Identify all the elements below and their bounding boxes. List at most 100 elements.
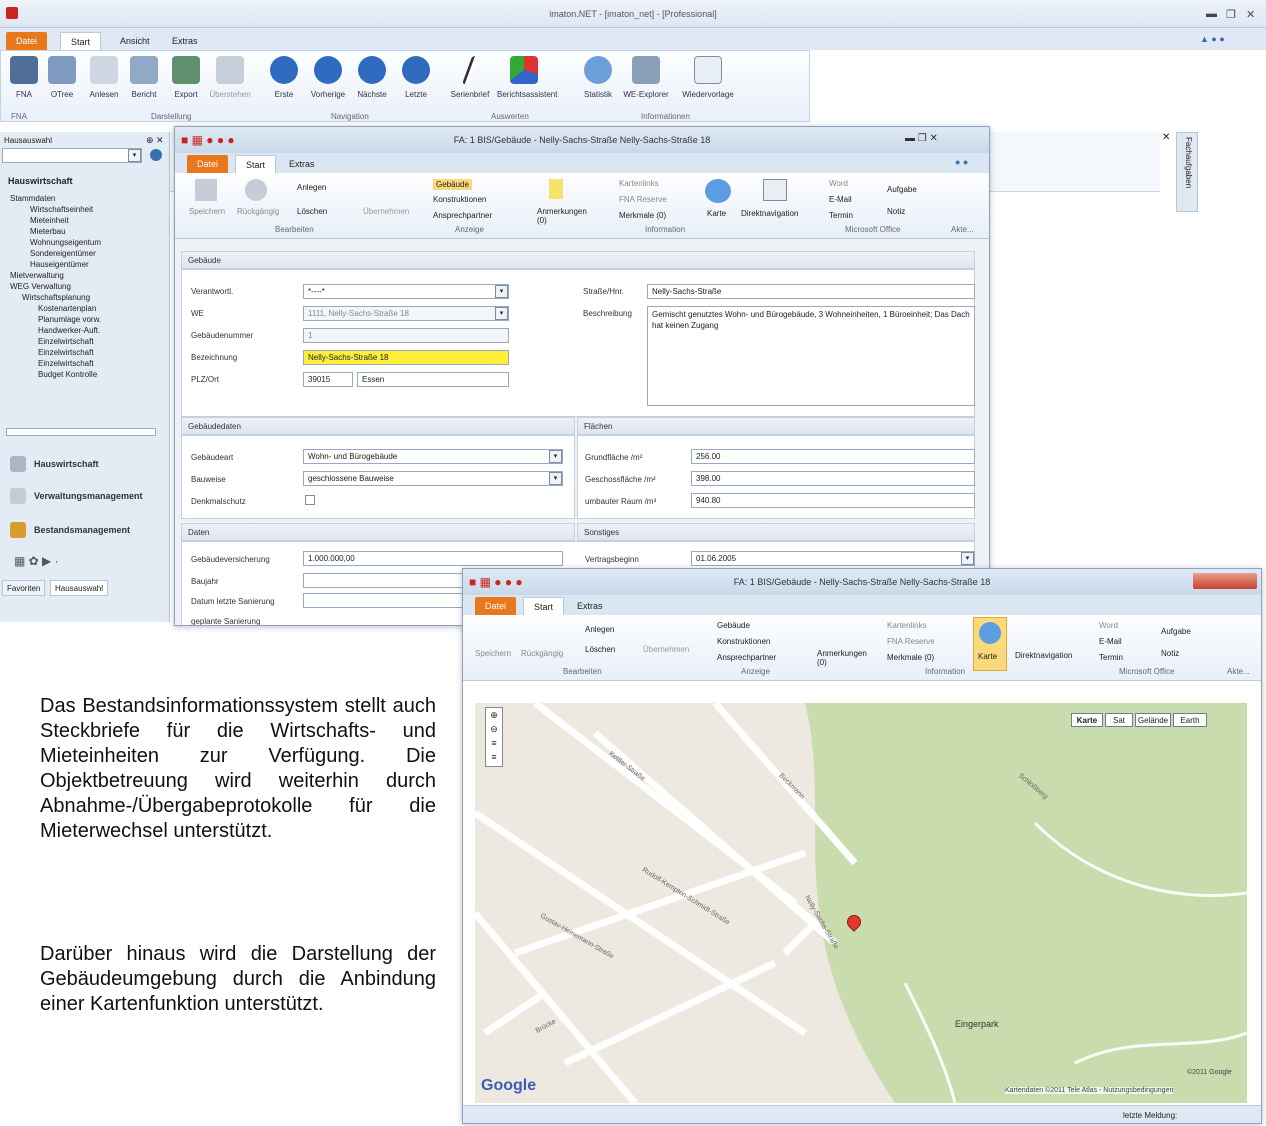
w2-rueckgaengig[interactable]: Rückgängig [521,649,563,658]
vertragsbeginn-dropdown[interactable]: ▾ [961,552,974,565]
w1-tab-extras[interactable]: Extras [279,155,325,173]
serienbrief-button[interactable]: Serienbrief [449,56,491,99]
verantwortl-field[interactable]: *----* [303,284,509,299]
w1-tab-datei[interactable]: Datei [187,155,229,173]
gebaeude-button[interactable]: Gebäude [433,179,472,190]
termin-button[interactable]: Termin [829,211,853,220]
bauweise-field[interactable]: geschlossene Bauweise [303,471,563,486]
tree-item[interactable]: WEG Verwaltung [10,282,148,293]
tree-item[interactable]: Sondereigentümer [10,249,148,260]
nav-overflow-icons[interactable]: ▦ ✿ ▶ · [14,554,59,568]
map-view[interactable]: ⊕ ⊖ ≡ ≡ Karte Sat Gelände Earth Rudolf-Kemp… [475,703,1247,1103]
bericht-button[interactable]: Bericht [123,56,165,99]
w2-tab-datei[interactable]: Datei [475,597,517,615]
nav-hauswirtschaft[interactable]: Hauswirtschaft [8,450,99,480]
geschossflaeche-field[interactable]: 398.00 [691,471,975,486]
tree-item[interactable]: Mieterbau [10,227,148,238]
ueberstehen-button[interactable]: Überstehen [209,56,251,99]
maptype-gelaende[interactable]: Gelände [1135,713,1171,727]
w2-anmerkungen[interactable]: Anmerkungen (0) [817,649,867,667]
wiedervorlage-button[interactable]: Wiedervorlage [679,56,737,99]
w2-speichern[interactable]: Speichern [475,649,511,658]
letzte-button[interactable]: Letzte [395,56,437,99]
tree-item[interactable]: Mieteinheit [10,216,148,227]
we-explorer-button[interactable]: WE-Explorer [621,56,671,99]
tree-item[interactable]: Planumlage vorw. [10,315,148,326]
tree-item[interactable]: Budget Kontrolle [10,370,148,381]
w2-loeschen[interactable]: Löschen [585,645,615,654]
statistik-button[interactable]: Statistik [577,56,619,99]
ort-field[interactable]: Essen [357,372,509,387]
tab-start[interactable]: Start [60,32,102,50]
erste-button[interactable]: Erste [263,56,305,99]
fachaufgaben-strip[interactable]: Fachaufgaben [1176,132,1198,212]
w2-direktnavigation[interactable]: Direktnavigation [1015,651,1072,660]
tree-item[interactable]: Einzelwirtschaft [10,348,148,359]
speichern-button[interactable]: Speichern [189,207,225,216]
denkmalschutz-checkbox[interactable] [305,495,315,505]
w2-email[interactable]: E-Mail [1099,637,1122,646]
w1-tab-start[interactable]: Start [235,155,277,173]
grundflaeche-field[interactable]: 256.00 [691,449,975,464]
w2-tab-extras[interactable]: Extras [567,597,613,615]
w2-fna-reserve[interactable]: FNA Reserve [887,637,935,646]
letzte-sanierung-field[interactable] [303,593,463,608]
w2-word[interactable]: Word [1099,621,1118,630]
close-icon[interactable]: ✕ [1246,8,1255,21]
w2-notiz[interactable]: Notiz [1161,649,1179,658]
w2-merkmale[interactable]: Merkmale (0) [887,653,934,662]
uebernehmen-button[interactable]: Übernehmen [363,207,409,216]
tab-favoriten[interactable]: Favoriten [2,580,46,596]
tree-item[interactable]: Einzelwirtschaft [10,337,148,348]
tree-item[interactable]: Wohnungseigentum [10,238,148,249]
w1-help-icons[interactable]: ● ● [955,157,968,167]
otree-button[interactable]: OTree [41,56,83,99]
gebaeudeart-dropdown[interactable]: ▾ [549,450,562,463]
email-button[interactable]: E-Mail [829,195,852,204]
tree-item[interactable]: Mietverwaltung [10,271,148,282]
tree-item[interactable]: Handwerker-Auft. [10,326,148,337]
anlesen-button[interactable]: Anlesen [83,56,125,99]
word-button[interactable]: Word [829,179,848,188]
tree-item[interactable]: Wirtschaftsplanung [10,293,148,304]
kartenlinks-button[interactable]: Kartenlinks [619,179,659,188]
tree-item[interactable]: Wirtschaftseinheit [10,205,148,216]
anlegen-button[interactable]: Anlegen [297,183,326,192]
w2-kartenlinks[interactable]: Kartenlinks [887,621,927,630]
tree-item[interactable]: Einzelwirtschaft [10,359,148,370]
w2-termin[interactable]: Termin [1099,653,1123,662]
baujahr-field[interactable] [303,573,463,588]
ansprechpartner-button[interactable]: Ansprechpartner [433,211,492,220]
pin-icon[interactable]: ⊕ ✕ [146,135,164,146]
tab-ansicht[interactable]: Ansicht [110,32,160,50]
map-attribution[interactable]: Kartendaten ©2011 Tele Atlas - Nutzungsb… [1005,1087,1174,1094]
beschreibung-textarea[interactable]: Gemischt genutztes Wohn- und Bürogebäude… [647,306,975,406]
tree-item[interactable]: Kostenartenplan [10,304,148,315]
tree-item[interactable]: Stammdaten [10,194,148,205]
merkmale-button[interactable]: Merkmale (0) [619,211,666,220]
close-panel-icon[interactable]: ✕ [1162,132,1172,144]
w2-karte-button[interactable]: Karte [973,617,1007,671]
w2-uebernehmen[interactable]: Übernehmen [643,645,689,654]
fna-button[interactable]: FNA [3,56,45,99]
hausauswahl-input[interactable] [2,148,142,163]
rueckgaengig-button[interactable]: Rückgängig [237,207,279,216]
strasse-field[interactable]: Nelly-Sachs-Straße [647,284,975,299]
maptype-earth[interactable]: Earth [1173,713,1207,727]
window1-controls[interactable]: ▬ ❐ ✕ [905,133,938,144]
zoom-control[interactable]: ⊕ ⊖ ≡ ≡ [485,707,503,767]
search-icon[interactable] [150,149,162,161]
maptype-karte[interactable]: Karte [1071,713,1103,727]
aufgabe-button[interactable]: Aufgabe [887,185,917,194]
bezeichnung-field[interactable]: Nelly-Sachs-Straße 18 [303,350,509,365]
minimize-icon[interactable]: ▬ [1206,8,1217,20]
tree-scrollbar[interactable] [6,428,156,436]
help-icons[interactable]: ▲ ● ● [1200,34,1225,44]
loeschen-button[interactable]: Löschen [297,207,327,216]
gebaeudeart-field[interactable]: Wohn- und Bürogebäude [303,449,563,464]
notiz-button[interactable]: Notiz [887,207,905,216]
plz-field[interactable]: 39015 [303,372,353,387]
w2-ansprechpartner[interactable]: Ansprechpartner [717,653,776,662]
we-field[interactable]: 1111, Nelly-Sachs-Straße 18 [303,306,509,321]
karte-button[interactable]: Karte [707,209,726,218]
